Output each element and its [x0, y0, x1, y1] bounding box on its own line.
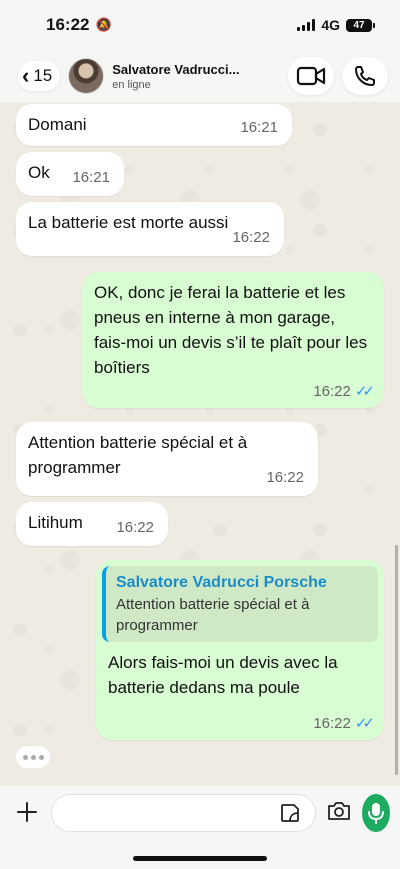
message-text: La batterie est morte aussi [28, 213, 229, 232]
scrollbar[interactable] [395, 545, 398, 775]
sticker-icon [280, 804, 299, 822]
contact-info[interactable]: Salvatore Vadrucci... en ligne [112, 62, 288, 91]
message-text: OK, donc je ferai la batterie et les pne… [94, 283, 368, 377]
phone-icon [355, 66, 375, 86]
message-text: Litihum [28, 513, 83, 532]
camera-button[interactable] [326, 794, 352, 828]
message-bubble-incoming[interactable]: Ok 16:21 [16, 152, 124, 196]
quote-author: Salvatore Vadrucci Porsche [116, 574, 327, 591]
contact-status: en ligne [112, 78, 151, 91]
home-indicator[interactable] [133, 856, 267, 861]
message-bubble-incoming[interactable]: Litihum 16:22 [16, 502, 168, 546]
message-time: 16:22 [266, 469, 304, 486]
sticker-button[interactable] [273, 796, 307, 830]
message-text: Attention batterie spécial et à programm… [28, 433, 248, 477]
typing-indicator [16, 746, 50, 768]
message-list[interactable]: Domani 16:21 Ok 16:21 La batterie est mo… [0, 0, 400, 869]
avatar[interactable] [68, 58, 105, 94]
bell-off-icon: 🔕 [95, 17, 112, 32]
message-time: 16:21 [240, 119, 278, 136]
chevron-left-icon: ‹ [22, 63, 30, 88]
message-bubble-incoming[interactable]: Attention batterie spécial et à programm… [16, 422, 318, 496]
quoted-message[interactable]: Salvatore Vadrucci Porsche Attention bat… [102, 566, 378, 642]
camera-icon [327, 802, 350, 820]
message-time: 16:22 [232, 229, 270, 246]
attach-button[interactable] [14, 794, 41, 830]
message-text: Alors fais-moi un devis avec la batterie… [108, 653, 338, 697]
double-check-icon: ✓✓ [354, 383, 375, 400]
plus-icon [17, 802, 38, 822]
message-bubble-incoming[interactable]: Domani 16:21 [16, 104, 292, 146]
clock: 16:22 [46, 15, 90, 34]
network-label: 4G [321, 17, 340, 33]
signal-icon [297, 19, 316, 31]
contact-name: Salvatore Vadrucci... [112, 61, 240, 77]
voice-call-button[interactable] [342, 57, 388, 95]
message-text: Ok [28, 163, 50, 182]
message-time: 16:22 ✓✓ [313, 383, 375, 400]
message-time: 16:22 ✓✓ [313, 715, 375, 732]
message-time: 16:21 [72, 169, 110, 186]
message-time: 16:22 [116, 519, 154, 536]
message-text: Domani [28, 115, 87, 134]
message-bubble-outgoing-reply[interactable]: Salvatore Vadrucci Porsche Attention bat… [96, 560, 384, 740]
back-button[interactable]: ‹ 15 [18, 61, 61, 91]
quote-text: Attention batterie spécial et à programm… [116, 596, 310, 634]
message-bubble-incoming[interactable]: La batterie est morte aussi 16:22 [16, 202, 284, 256]
video-call-button[interactable] [288, 57, 334, 95]
chat-header: ‹ 15 Salvatore Vadrucci... en ligne [0, 50, 400, 102]
battery-icon: 47 [346, 18, 375, 32]
status-bar: 16:22 🔕 4G 47 [0, 0, 400, 50]
message-input[interactable] [51, 795, 273, 831]
microphone-button[interactable] [361, 794, 390, 832]
video-call-icon [296, 66, 326, 86]
message-bubble-outgoing[interactable]: OK, donc je ferai la batterie et les pne… [82, 272, 384, 408]
double-check-icon: ✓✓ [354, 715, 375, 732]
message-input-container[interactable] [50, 794, 316, 832]
microphone-icon [367, 803, 384, 824]
unread-count: 15 [33, 66, 53, 85]
